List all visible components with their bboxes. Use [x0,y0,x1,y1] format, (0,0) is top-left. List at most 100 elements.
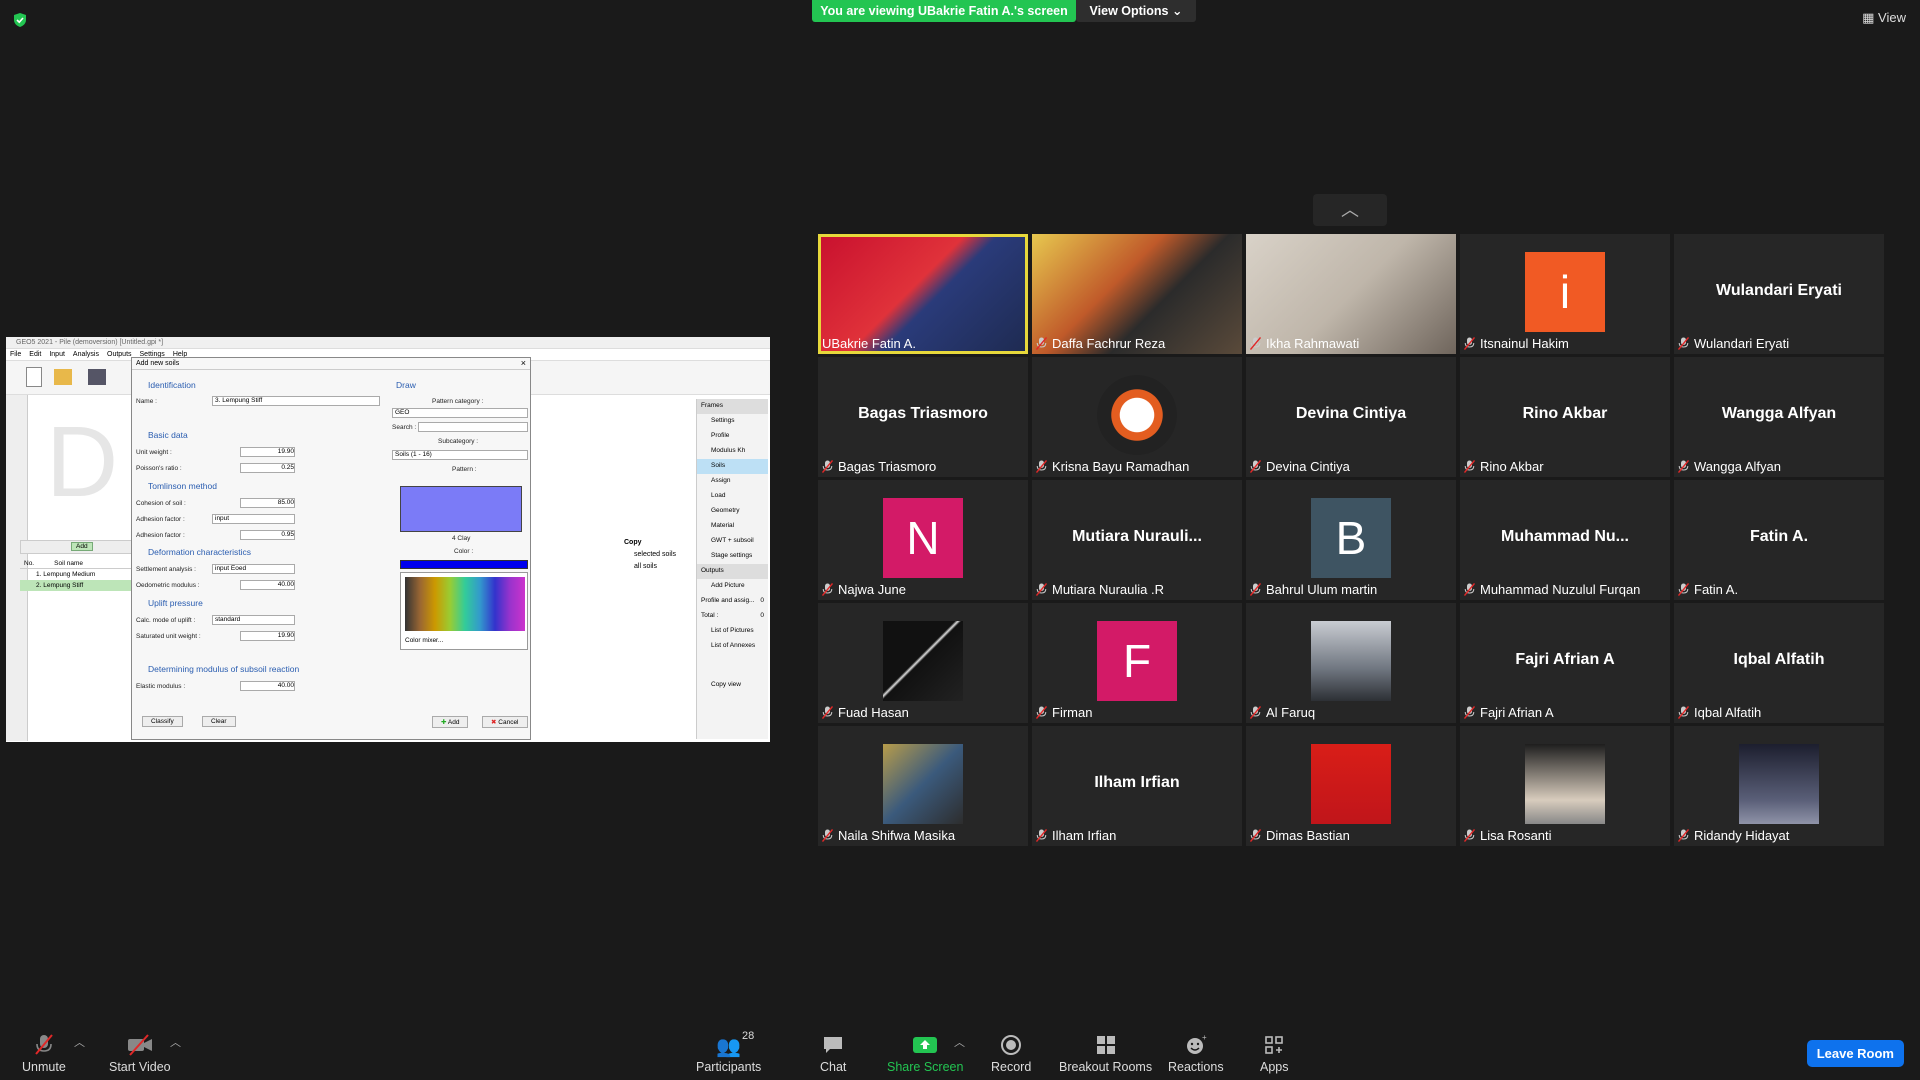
participant-tile[interactable]: Mutiara Nurauli... Mutiara Nuraulia .R [1032,480,1242,600]
participant-tile[interactable]: F Firman [1032,603,1242,723]
add-picture-button[interactable]: Add Picture [697,579,768,594]
participant-tile[interactable]: Fatin A. Fatin A. [1674,480,1884,600]
audio-options-caret[interactable]: ︿ [74,1034,85,1050]
menu-outputs[interactable]: Outputs [107,349,132,360]
frame-modulus-kh[interactable]: Modulus Kh [697,444,768,459]
participant-tile[interactable]: Fuad Hasan [818,603,1028,723]
subcategory-select[interactable]: Soils (1 - 16) [392,450,528,460]
share-options-caret[interactable]: ︿ [954,1034,965,1050]
frame-material[interactable]: Material [697,519,768,534]
add-button[interactable]: ✚ Add [432,716,469,728]
list-annexes-button[interactable]: List of Annexes [697,639,768,654]
frame-assign[interactable]: Assign [697,474,768,489]
unmute-button[interactable]: Unmute [22,1034,66,1074]
menu-edit[interactable]: Edit [29,349,41,360]
participant-tile[interactable]: i Itsnainul Hakim [1460,234,1670,354]
color-select[interactable] [400,560,528,569]
new-file-icon[interactable] [26,367,42,387]
participant-tile[interactable]: Wulandari Eryati Wulandari Eryati [1674,234,1884,354]
saturated-input[interactable]: 19.90 [240,631,295,641]
participant-tile[interactable]: Ikha Rahmawati [1246,234,1456,354]
frame-soils[interactable]: Soils [697,459,768,474]
frame-load[interactable]: Load [697,489,768,504]
participants-button[interactable]: 👥 28 Participants [696,1030,761,1074]
classify-button[interactable]: Classify [142,716,183,727]
uplift-mode-select[interactable]: standard [212,615,295,625]
copy-all-soils[interactable]: all soils [624,563,694,570]
x-icon: ✖ [491,719,497,726]
pattern-search-input[interactable] [418,422,528,432]
adhesion-factor-select[interactable]: input [212,514,295,524]
apps-button[interactable]: Apps [1260,1034,1289,1074]
frame-gwt-subsoil[interactable]: GWT + subsoil [697,534,768,549]
frame-geometry[interactable]: Geometry [697,504,768,519]
save-icon[interactable] [88,369,106,385]
participant-name: Ridandy Hidayat [1694,828,1790,843]
collapse-gallery-button[interactable]: ︿ [1313,194,1387,226]
color-palette[interactable]: Color mixer... [400,572,528,650]
table-row[interactable]: 1. Lempung Medium [20,569,132,580]
cohesion-input[interactable]: 85.00 [240,498,295,508]
chat-button[interactable]: Chat [820,1034,846,1074]
meeting-toolbar: Unmute ︿ Start Video ︿ 👥 28 Participants … [0,1020,1920,1080]
participant-tile[interactable]: Ridandy Hidayat [1674,726,1884,846]
list-pictures-button[interactable]: List of Pictures [697,624,768,639]
oedometric-input[interactable]: 40.00 [240,580,295,590]
participant-tile[interactable]: UBakrie Fatin A. [818,234,1028,354]
menu-file[interactable]: File [10,349,21,360]
participant-tile[interactable]: Lisa Rosanti [1460,726,1670,846]
participant-tile[interactable]: Bagas Triasmoro Bagas Triasmoro [818,357,1028,477]
participant-tile[interactable]: Iqbal Alfatih Iqbal Alfatih [1674,603,1884,723]
participant-tile[interactable]: N Najwa June [818,480,1028,600]
frame-settings[interactable]: Settings [697,414,768,429]
settlement-label: Settlement analysis : [136,566,196,573]
view-layout-button[interactable]: ▦ View [1862,10,1906,26]
record-button[interactable]: Record [991,1034,1031,1074]
frame-stage-settings[interactable]: Stage settings [697,549,768,564]
color-swatches[interactable] [405,577,525,631]
leave-room-button[interactable]: Leave Room [1806,1040,1904,1067]
unit-weight-input[interactable]: 19.90 [240,447,295,457]
participant-tile[interactable]: Fajri Afrian A Fajri Afrian A [1460,603,1670,723]
participant-tile[interactable]: Al Faruq [1246,603,1456,723]
soil-name-input[interactable]: 3. Lempung Stiff [212,396,380,406]
participant-tile[interactable]: Devina Cintiya Devina Cintiya [1246,357,1456,477]
start-video-button[interactable]: Start Video [109,1034,171,1074]
add-soil-button[interactable]: Add [71,542,93,551]
participant-tile[interactable]: B Bahrul Ulum martin [1246,480,1456,600]
reactions-button[interactable]: + Reactions [1168,1034,1224,1074]
close-icon[interactable]: × [521,358,526,368]
clear-button[interactable]: Clear [202,716,236,727]
table-row[interactable]: 2. Lempung Stiff [20,580,132,591]
color-mixer-button[interactable]: Color mixer... [405,637,443,644]
participant-tile[interactable]: Dimas Bastian [1246,726,1456,846]
copy-view-button[interactable]: Copy view [697,678,768,693]
copy-selected-soils[interactable]: selected soils [624,551,694,558]
settlement-select[interactable]: input Eoed [212,564,295,574]
pattern-preview[interactable] [400,486,522,532]
share-screen-button[interactable]: Share Screen [887,1034,963,1074]
breakout-rooms-button[interactable]: Breakout Rooms [1059,1034,1152,1074]
video-options-caret[interactable]: ︿ [170,1034,181,1050]
menu-input[interactable]: Input [49,349,65,360]
participant-tile[interactable]: Wangga Alfyan Wangga Alfyan [1674,357,1884,477]
elastic-input[interactable]: 40.00 [240,681,295,691]
basic-data-heading: Basic data [148,430,188,440]
shield-icon[interactable] [12,12,28,28]
poisson-input[interactable]: 0.25 [240,463,295,473]
participant-tile[interactable]: Rino Akbar Rino Akbar [1460,357,1670,477]
participant-tile[interactable]: Krisna Bayu Ramadhan [1032,357,1242,477]
menu-analysis[interactable]: Analysis [73,349,99,360]
frame-profile[interactable]: Profile [697,429,768,444]
participant-tile[interactable]: Ilham Irfian Ilham Irfian [1032,726,1242,846]
open-folder-icon[interactable] [54,369,72,385]
participant-tile[interactable]: Muhammad Nu... Muhammad Nuzulul Furqan [1460,480,1670,600]
cancel-button[interactable]: ✖ Cancel [482,716,528,728]
participant-tile[interactable]: Daffa Fachrur Reza [1032,234,1242,354]
avatar: F [1097,621,1177,701]
participant-name: Rino Akbar [1480,459,1544,474]
participant-tile[interactable]: Naila Shifwa Masika [818,726,1028,846]
view-options-button[interactable]: View Options ⌄ [1076,0,1196,22]
adhesion-alpha-input[interactable]: 0.95 [240,530,295,540]
pattern-category-select[interactable]: GEO [392,408,528,418]
